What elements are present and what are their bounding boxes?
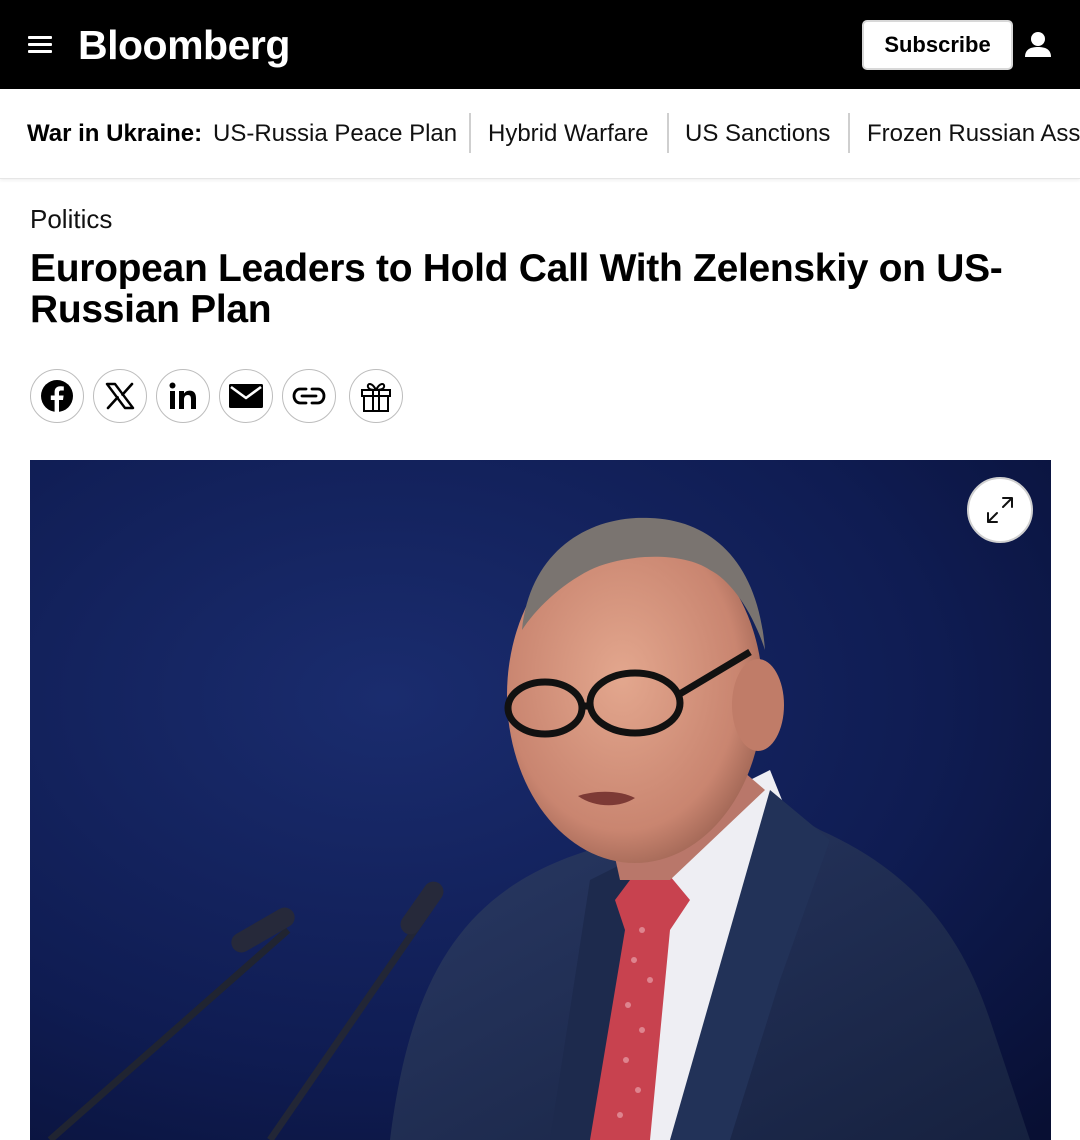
topic-divider (469, 113, 471, 153)
topic-nav-label: War in Ukraine: (27, 120, 203, 147)
article-headline: European Leaders to Hold Call With Zelen… (30, 247, 1003, 331)
hamburger-menu-icon[interactable] (24, 30, 56, 60)
topic-link-us-sanctions[interactable]: US Sanctions (685, 119, 830, 149)
speaker-photo-illustration (30, 460, 1051, 1140)
x-icon[interactable] (93, 369, 147, 423)
top-bar: Bloomberg Subscribe (0, 0, 1080, 89)
link-icon[interactable] (282, 369, 336, 423)
topic-divider (848, 113, 850, 153)
user-icon[interactable] (1022, 28, 1054, 62)
facebook-icon[interactable] (30, 369, 84, 423)
email-icon[interactable] (219, 369, 273, 423)
topic-link-hybrid-warfare[interactable]: Hybrid Warfare (488, 119, 648, 149)
expand-icon[interactable] (967, 477, 1033, 543)
bloomberg-logo[interactable]: Bloomberg (78, 20, 290, 70)
topic-nav: War in Ukraine: US-Russia Peace Plan Hyb… (0, 89, 1080, 179)
subscribe-button[interactable]: Subscribe (862, 20, 1013, 70)
linkedin-icon[interactable] (156, 369, 210, 423)
article-photo[interactable] (30, 460, 1051, 1140)
topic-divider (667, 113, 669, 153)
topic-link-frozen-assets[interactable]: Frozen Russian Assets (867, 119, 1080, 149)
topic-link-peace-plan[interactable]: US-Russia Peace Plan (213, 119, 457, 149)
gift-icon[interactable] (349, 369, 403, 423)
section-label[interactable]: Politics (30, 203, 112, 235)
